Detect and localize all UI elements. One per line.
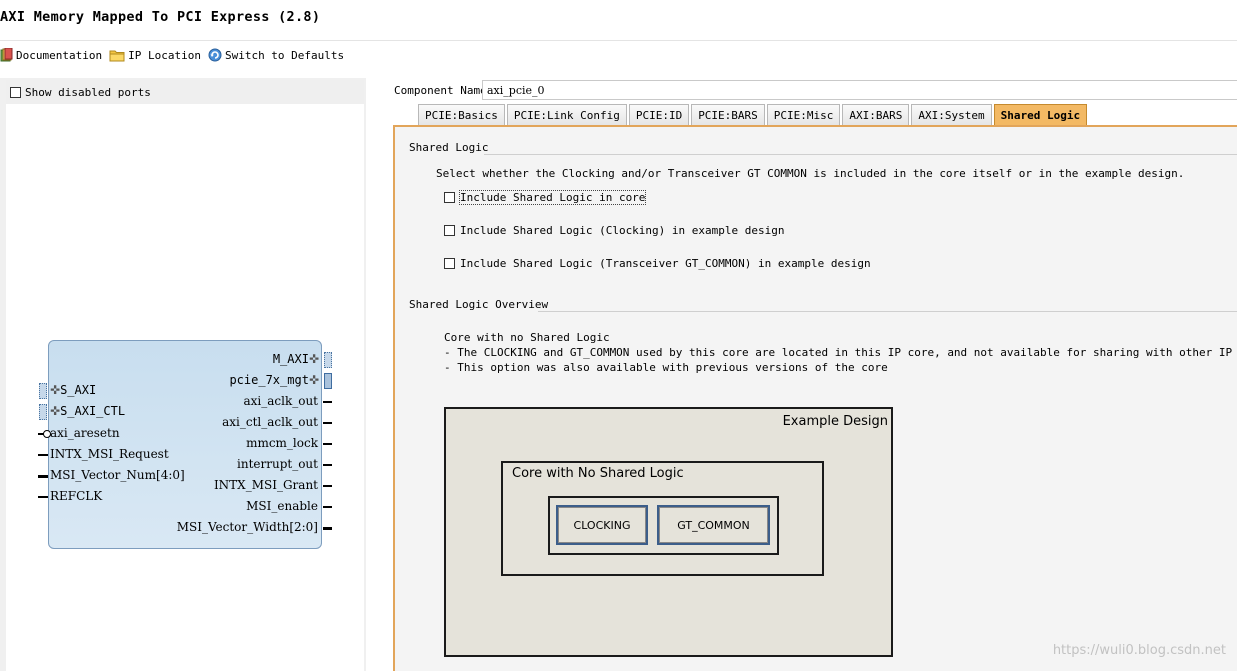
expand-icon[interactable]: ✜ <box>309 373 319 387</box>
s-axi-ctl-bus-connector[interactable] <box>39 404 47 420</box>
core-box: Core with No Shared Logic CLOCKING GT_CO… <box>501 461 824 576</box>
shared-logic-clocking-checkbox[interactable] <box>444 225 455 236</box>
inversion-bubble-icon <box>43 430 51 438</box>
tab-axi-bars[interactable]: AXI:BARS <box>842 104 910 125</box>
option-shared-logic-clocking-example[interactable]: Include Shared Logic (Clocking) in examp… <box>444 224 785 237</box>
switch-to-defaults-button[interactable]: Switch to Defaults <box>208 48 344 62</box>
example-design-label: Example Design <box>782 414 888 429</box>
shared-logic-gt-common-checkbox[interactable] <box>444 258 455 269</box>
tab-pcie-basics[interactable]: PCIE:Basics <box>418 104 505 125</box>
port-s-axi-ctl[interactable]: ✜S_AXI_CTL <box>50 404 125 418</box>
tab-pcie-bars[interactable]: PCIE:BARS <box>691 104 765 125</box>
show-disabled-ports-row[interactable]: Show disabled ports <box>6 80 364 104</box>
tab-pcie-misc[interactable]: PCIE:Misc <box>766 104 841 125</box>
shared-logic-description: Select whether the Clocking and/or Trans… <box>436 167 1185 180</box>
tab-pcie-id[interactable]: PCIE:ID <box>628 104 690 125</box>
clocking-block: CLOCKING <box>556 505 648 545</box>
option-shared-logic-gt-common-example[interactable]: Include Shared Logic (Transceiver GT_COM… <box>444 257 871 270</box>
show-disabled-ports-checkbox[interactable] <box>10 86 21 98</box>
title-divider <box>0 40 1237 41</box>
shared-logic-section-title: Shared Logic <box>409 141 489 154</box>
port-axi-ctl-aclk-out[interactable]: axi_ctl_aclk_out <box>222 415 318 429</box>
port-label: M_AXI <box>272 352 309 366</box>
component-name-label: Component Name <box>394 84 487 97</box>
pin <box>323 464 332 466</box>
m-axi-bus-connector[interactable] <box>324 352 332 368</box>
port-m-axi[interactable]: M_AXI✜ <box>273 352 319 366</box>
tab-bar: PCIE:Basics PCIE:Link Config PCIE:ID PCI… <box>418 104 1089 126</box>
folder-icon <box>109 50 125 61</box>
port-msi-enable[interactable]: MSI_enable <box>246 499 318 513</box>
port-axi-aresetn[interactable]: axi_aresetn <box>50 426 120 440</box>
overview-line-1: Core with no Shared Logic <box>444 331 610 344</box>
option-label: Include Shared Logic (Transceiver GT_COM… <box>460 257 871 270</box>
overview-section-title: Shared Logic Overview <box>409 298 549 311</box>
toolbar: Documentation IP Location Switch to Defa… <box>0 44 351 66</box>
port-mmcm-lock[interactable]: mmcm_lock <box>246 436 318 450</box>
pin <box>323 422 332 424</box>
pcie-mgt-bus-connector[interactable] <box>324 373 332 389</box>
documentation-button[interactable]: Documentation <box>0 48 102 62</box>
switch-to-defaults-label: Switch to Defaults <box>224 48 345 62</box>
port-interrupt-out[interactable]: interrupt_out <box>237 457 318 471</box>
port-label: S_AXI <box>60 383 97 397</box>
expand-icon[interactable]: ✜ <box>50 383 60 397</box>
book-icon <box>0 48 13 62</box>
shared-logic-in-core-checkbox[interactable] <box>444 192 455 203</box>
documentation-label: Documentation <box>16 48 103 62</box>
port-label: pcie_7x_mgt <box>229 373 309 387</box>
section-divider <box>538 311 1237 312</box>
tab-pcie-link-config[interactable]: PCIE:Link Config <box>506 104 627 125</box>
expand-icon[interactable]: ✜ <box>50 404 60 418</box>
port-pcie-7x-mgt[interactable]: pcie_7x_mgt✜ <box>229 373 319 387</box>
pin <box>323 401 332 403</box>
shared-logic-diagram: Example Design Core with No Shared Logic… <box>444 407 893 657</box>
pin <box>323 485 332 487</box>
refresh-icon <box>208 48 222 62</box>
show-disabled-ports-label: Show disabled ports <box>25 85 151 99</box>
port-msi-vector-num[interactable]: MSI_Vector_Num[4:0] <box>50 468 185 482</box>
port-axi-aclk-out[interactable]: axi_aclk_out <box>243 394 318 408</box>
ip-block-symbol[interactable]: M_AXI✜ pcie_7x_mgt✜ axi_aclk_out axi_ctl… <box>48 340 322 549</box>
port-s-axi[interactable]: ✜S_AXI <box>50 383 96 397</box>
option-label: Include Shared Logic (Clocking) in examp… <box>460 224 785 237</box>
option-include-shared-logic-in-core[interactable]: Include Shared Logic in core <box>444 190 647 205</box>
pin <box>38 454 48 456</box>
port-intx-msi-request[interactable]: INTX_MSI_Request <box>50 447 169 461</box>
pin <box>323 527 332 530</box>
tab-axi-system[interactable]: AXI:System <box>911 104 992 125</box>
window-title: AXI Memory Mapped To PCI Express (2.8) <box>0 9 321 25</box>
expand-icon[interactable]: ✜ <box>309 352 319 366</box>
option-label: Include Shared Logic in core <box>458 190 647 205</box>
overview-line-3: - This option was also available with pr… <box>444 361 888 374</box>
s-axi-bus-connector[interactable] <box>39 383 47 399</box>
core-label: Core with No Shared Logic <box>512 466 684 481</box>
pin <box>323 506 332 508</box>
watermark: https://wuli0.blog.csdn.net <box>1052 643 1226 658</box>
ip-location-button[interactable]: IP Location <box>109 49 201 62</box>
overview-line-2: - The CLOCKING and GT_COMMON used by thi… <box>444 346 1237 359</box>
port-intx-msi-grant[interactable]: INTX_MSI_Grant <box>214 478 318 492</box>
ip-location-label: IP Location <box>128 48 201 62</box>
port-msi-vector-width[interactable]: MSI_Vector_Width[2:0] <box>177 520 318 534</box>
port-label: S_AXI_CTL <box>60 404 126 418</box>
pin <box>38 475 48 478</box>
section-divider <box>484 154 1237 155</box>
shared-resources-box: CLOCKING GT_COMMON <box>548 496 779 555</box>
pin <box>38 496 48 498</box>
tab-shared-logic[interactable]: Shared Logic <box>993 104 1088 125</box>
gt-common-block: GT_COMMON <box>657 505 770 545</box>
pin <box>323 443 332 445</box>
component-name-input[interactable] <box>482 80 1237 100</box>
port-refclk[interactable]: REFCLK <box>50 489 102 503</box>
